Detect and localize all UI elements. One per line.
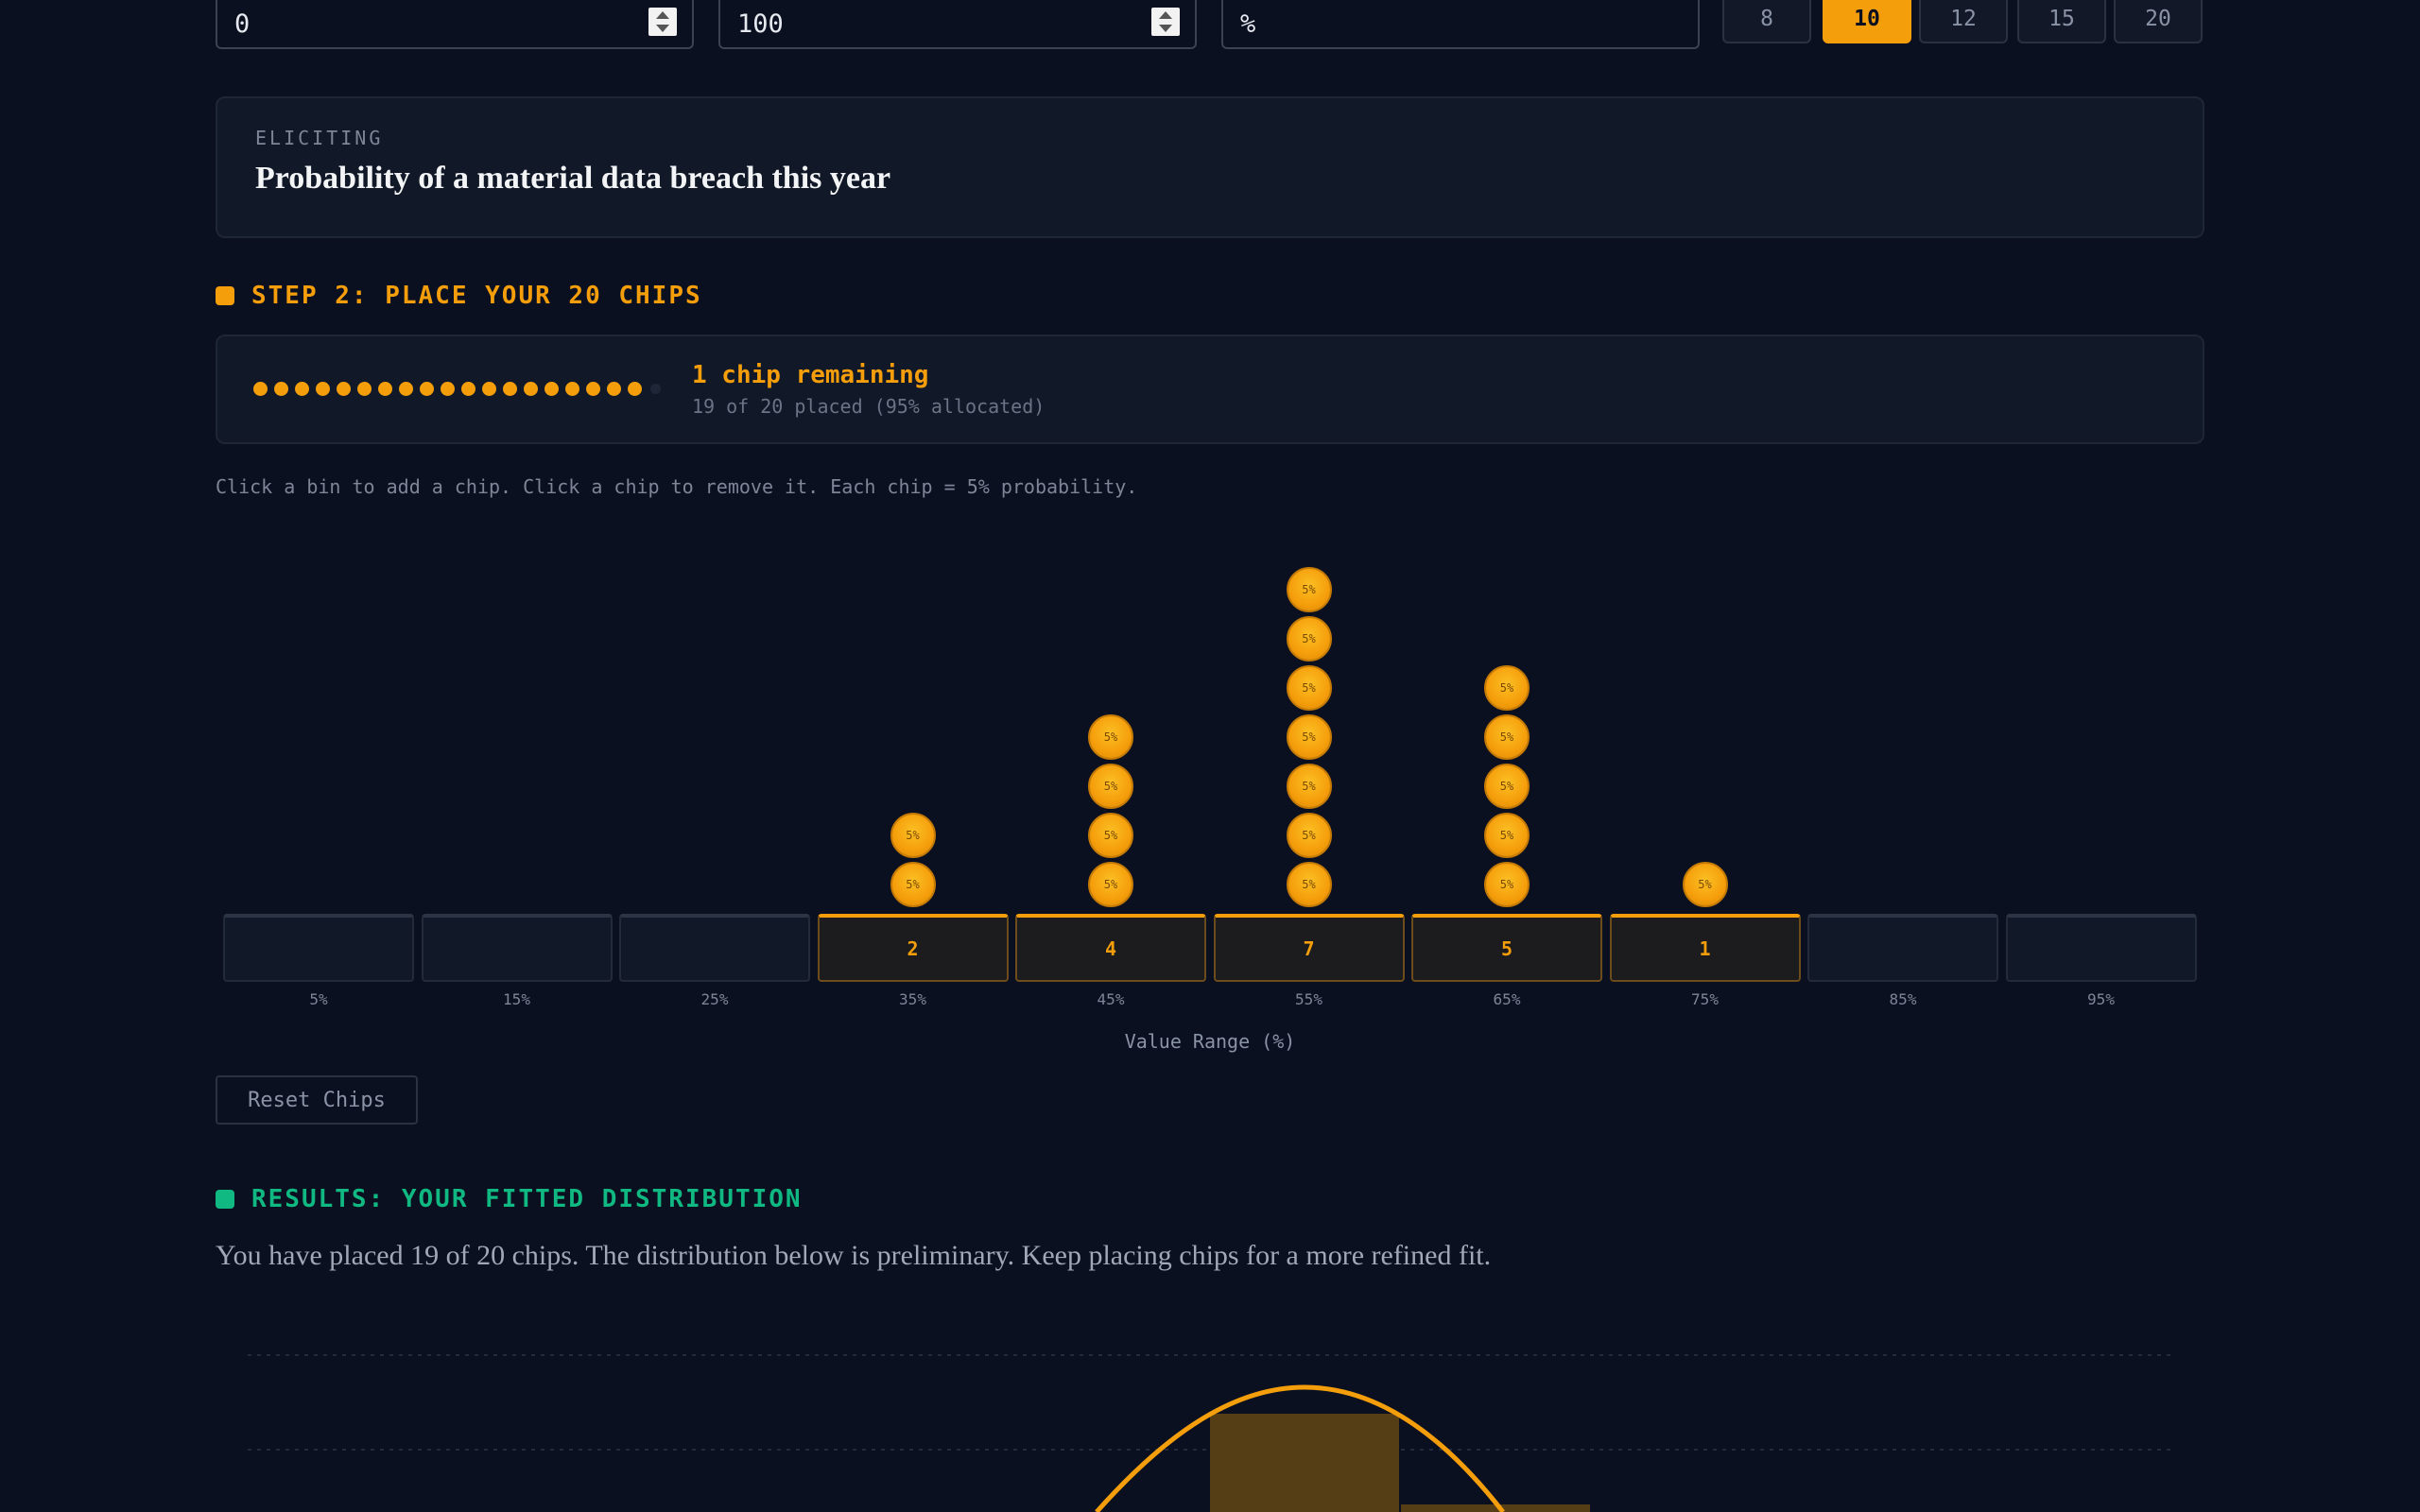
placed-chip-dot xyxy=(378,382,392,396)
chips-placed-summary: 19 of 20 placed (95% allocated) xyxy=(692,395,1046,418)
placed-chip-dot xyxy=(274,382,288,396)
chip[interactable]: 5% xyxy=(1286,714,1332,760)
chip[interactable]: 5% xyxy=(1088,764,1133,809)
placed-chip-dot xyxy=(316,382,330,396)
chip[interactable]: 5% xyxy=(1286,616,1332,662)
bin-label: 15% xyxy=(503,990,530,1008)
chip[interactable]: 5% xyxy=(1286,813,1332,858)
range-settings-row: 0 100 % 8 10 12 15 20 xyxy=(216,0,2204,51)
step2-heading-text: STEP 2: PLACE YOUR 20 CHIPS xyxy=(251,282,702,310)
chip[interactable]: 5% xyxy=(1682,862,1728,907)
max-value-input[interactable]: 100 xyxy=(718,0,1197,49)
chip[interactable]: 5% xyxy=(1088,714,1133,760)
bin-label: 5% xyxy=(309,990,328,1008)
placed-chip-dot xyxy=(461,382,475,396)
chip[interactable]: 5% xyxy=(1088,862,1133,907)
placed-chip-dot xyxy=(524,382,538,396)
bin[interactable] xyxy=(2005,914,2197,982)
bin-count-option[interactable]: 12 xyxy=(1919,0,2008,43)
max-value-text: 100 xyxy=(737,9,784,39)
histogram-bar-55 xyxy=(1210,1414,1399,1512)
placed-chip-dot xyxy=(544,382,559,396)
bin[interactable]: 7 xyxy=(1213,914,1405,982)
chip[interactable]: 5% xyxy=(1286,764,1332,809)
bin-label: 25% xyxy=(700,990,729,1008)
placed-chip-dot xyxy=(628,382,642,396)
bin-label: 55% xyxy=(1295,990,1322,1008)
results-message: You have placed 19 of 20 chips. The dist… xyxy=(216,1240,1492,1271)
bin-label: 45% xyxy=(1097,990,1125,1008)
bin-label: 85% xyxy=(1889,990,1917,1008)
chip[interactable]: 5% xyxy=(1484,813,1530,858)
chip[interactable]: 5% xyxy=(1286,567,1332,612)
placed-chip-dot xyxy=(503,382,517,396)
placed-chip-dot xyxy=(253,382,268,396)
eliciting-label: ELICITING xyxy=(255,127,384,149)
fitted-distribution-chart xyxy=(248,1354,2170,1512)
chip[interactable]: 5% xyxy=(1286,862,1332,907)
bin-count-option[interactable]: 8 xyxy=(1722,0,1811,43)
x-axis-title: Value Range (%) xyxy=(1124,1030,1296,1053)
bin-count-option[interactable]: 10 xyxy=(1823,0,1911,43)
unit-input[interactable]: % xyxy=(1221,0,1700,49)
chip[interactable]: 5% xyxy=(1484,665,1530,711)
bin[interactable] xyxy=(223,914,414,982)
min-value-text: 0 xyxy=(234,9,251,39)
placed-chip-dot xyxy=(607,382,621,396)
chips-remaining: 1 chip remaining xyxy=(692,361,929,389)
eliciting-title: Probability of a material data breach th… xyxy=(255,161,891,196)
chip[interactable]: 5% xyxy=(1484,714,1530,760)
placed-chip-dot xyxy=(441,382,455,396)
placed-chip-dot xyxy=(420,382,434,396)
chip[interactable]: 5% xyxy=(1484,764,1530,809)
empty-chip-dot xyxy=(650,384,661,394)
placed-chip-dot xyxy=(337,382,351,396)
chip[interactable]: 5% xyxy=(890,813,936,858)
bin[interactable] xyxy=(619,914,810,982)
step2-marker-icon xyxy=(216,286,234,305)
min-value-stepper[interactable] xyxy=(648,8,677,36)
unit-text: % xyxy=(1240,9,1256,39)
results-heading-text: RESULTS: YOUR FITTED DISTRIBUTION xyxy=(251,1185,803,1213)
chip[interactable]: 5% xyxy=(1088,813,1133,858)
chip[interactable]: 5% xyxy=(1286,665,1332,711)
bin-count-option[interactable]: 20 xyxy=(2114,0,2203,43)
placed-chip-dot xyxy=(295,382,309,396)
results-marker-icon xyxy=(216,1190,234,1209)
bin[interactable]: 1 xyxy=(1609,914,1801,982)
placed-chip-dot xyxy=(586,382,600,396)
chip[interactable]: 5% xyxy=(890,862,936,907)
min-value-input[interactable]: 0 xyxy=(216,0,694,49)
bin[interactable]: 2 xyxy=(817,914,1009,982)
eliciting-card: ELICITING Probability of a material data… xyxy=(216,96,2204,238)
placed-chip-dot xyxy=(565,382,579,396)
bin-label: 75% xyxy=(1691,990,1719,1008)
chip[interactable]: 5% xyxy=(1484,862,1530,907)
bin-count-option[interactable]: 15 xyxy=(2017,0,2106,43)
bin[interactable] xyxy=(421,914,613,982)
instructions-hint: Click a bin to add a chip. Click a chip … xyxy=(216,475,1138,498)
bin[interactable]: 5 xyxy=(1411,914,1602,982)
reset-chips-button[interactable]: Reset Chips xyxy=(216,1075,418,1125)
bin[interactable]: 4 xyxy=(1015,914,1206,982)
bin-label: 95% xyxy=(2087,990,2115,1008)
bin[interactable] xyxy=(1807,914,1998,982)
bin-label: 35% xyxy=(899,990,926,1008)
step2-heading: STEP 2: PLACE YOUR 20 CHIPS xyxy=(216,282,702,310)
bin-label: 65% xyxy=(1493,990,1521,1008)
placed-chip-dot xyxy=(482,382,496,396)
max-value-stepper[interactable] xyxy=(1151,8,1180,36)
placed-chip-dot xyxy=(357,382,372,396)
results-heading: RESULTS: YOUR FITTED DISTRIBUTION xyxy=(216,1185,803,1213)
placed-chip-dot xyxy=(399,382,413,396)
chip-status-card: 1 chip remaining 19 of 20 placed (95% al… xyxy=(216,335,2204,444)
